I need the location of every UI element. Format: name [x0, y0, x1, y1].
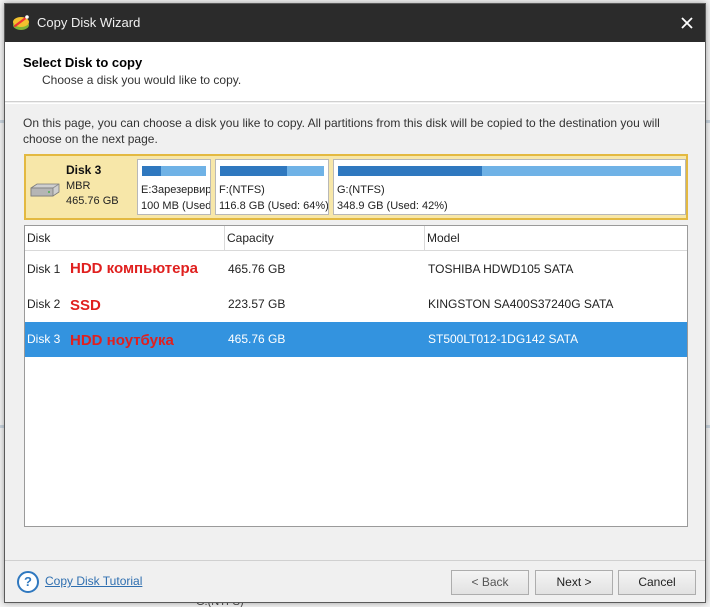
- disk-annotation: HDD ноутбука: [70, 332, 174, 349]
- table-header: Disk Capacity Model: [25, 226, 687, 251]
- partition-usage-bar: [220, 166, 324, 176]
- footer-divider: [5, 560, 705, 561]
- disk-list-table: Disk Capacity Model Disk 1 HDD компьютер…: [24, 225, 688, 527]
- partition-info: 116.8 GB (Used: 64%): [219, 200, 329, 212]
- window-title: Copy Disk Wizard: [37, 15, 141, 30]
- partition-name: E:Зарезервировано системой: [141, 184, 211, 196]
- disk-type: MBR: [66, 180, 91, 192]
- capacity-cell: 223.57 GB: [228, 297, 286, 311]
- capacity-cell: 465.76 GB: [228, 332, 286, 346]
- disk-cell: Disk 1: [27, 262, 61, 276]
- title-bar: Copy Disk Wizard: [5, 4, 705, 42]
- disk-cell: Disk 2: [27, 297, 61, 311]
- partition-info: 100 MB (Used: 30%): [141, 200, 211, 212]
- page-subtitle: Choose a disk you would like to copy.: [42, 73, 242, 87]
- copy-disk-wizard-dialog: Copy Disk Wizard Select Disk to copy Cho…: [4, 3, 706, 603]
- partition-usage-bar: [142, 166, 206, 176]
- page-title: Select Disk to copy: [23, 55, 143, 70]
- capacity-cell: 465.76 GB: [228, 262, 286, 276]
- column-header-capacity[interactable]: Capacity: [225, 226, 425, 251]
- model-cell: KINGSTON SA400S37240G SATA: [428, 297, 614, 311]
- wizard-header: Select Disk to copy Choose a disk you wo…: [5, 42, 705, 102]
- disk-annotation: HDD компьютера: [70, 260, 198, 277]
- page-description: On this page, you can choose a disk you …: [23, 116, 660, 146]
- partition-usage-fill: [220, 166, 287, 176]
- copy-disk-tutorial-link[interactable]: Copy Disk Tutorial: [45, 574, 142, 588]
- selected-disk-map[interactable]: Disk 3 MBR 465.76 GB E:Зарезервировано с…: [24, 154, 688, 220]
- model-cell: TOSHIBA HDWD105 SATA: [428, 262, 574, 276]
- column-header-model[interactable]: Model: [425, 226, 687, 251]
- partition-usage-bar: [338, 166, 681, 176]
- partition-name: G:(NTFS): [337, 184, 385, 196]
- column-header-disk[interactable]: Disk: [25, 226, 225, 251]
- disk-name: Disk 3: [66, 163, 102, 177]
- back-button[interactable]: < Back: [451, 570, 529, 595]
- model-cell: ST500LT012-1DG142 SATA: [428, 332, 579, 346]
- next-button[interactable]: Next >: [535, 570, 613, 595]
- partition-name: F:(NTFS): [219, 184, 265, 196]
- disk-size: 465.76 GB: [66, 195, 119, 207]
- table-row[interactable]: Disk 1 HDD компьютера 465.76 GB TOSHIBA …: [25, 252, 687, 287]
- disk-summary[interactable]: Disk 3 MBR 465.76 GB: [26, 156, 134, 218]
- close-button[interactable]: [673, 9, 701, 37]
- close-icon: [681, 17, 693, 29]
- hard-disk-icon: [30, 183, 60, 197]
- table-row[interactable]: Disk 2 SSD 223.57 GB KINGSTON SA400S3724…: [25, 287, 687, 322]
- partition-e[interactable]: E:Зарезервировано системой 100 MB (Used:…: [137, 159, 211, 215]
- help-icon[interactable]: ?: [17, 571, 39, 593]
- disk-annotation: SSD: [70, 297, 101, 314]
- table-row-selected[interactable]: Disk 3 HDD ноутбука 465.76 GB ST500LT012…: [25, 322, 687, 357]
- cancel-button[interactable]: Cancel: [618, 570, 696, 595]
- disk-cell: Disk 3: [27, 332, 61, 346]
- partition-g[interactable]: G:(NTFS) 348.9 GB (Used: 42%): [333, 159, 686, 215]
- header-divider: [5, 103, 705, 104]
- partition-info: 348.9 GB (Used: 42%): [337, 200, 448, 212]
- partition-f[interactable]: F:(NTFS) 116.8 GB (Used: 64%): [215, 159, 329, 215]
- partition-usage-fill: [142, 166, 162, 176]
- wizard-app-icon: [13, 15, 29, 30]
- partition-usage-fill: [338, 166, 483, 176]
